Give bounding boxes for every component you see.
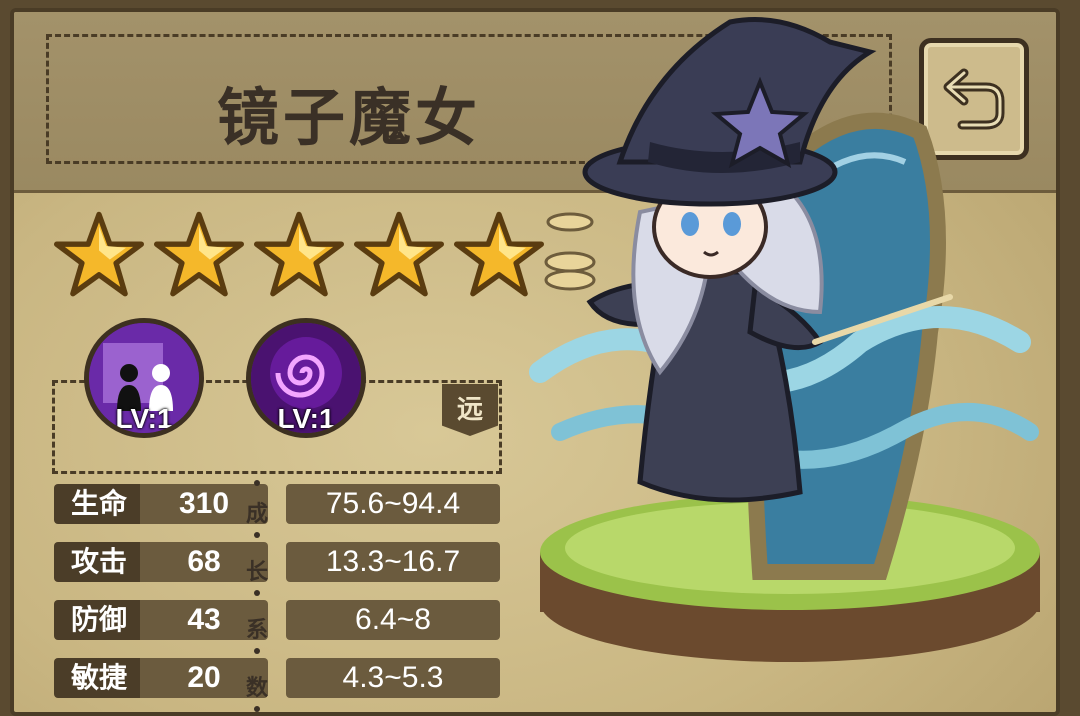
gold-star-icon [154,211,244,297]
growth-value: 6.4~8 [286,600,500,640]
skill-spiral[interactable]: LV:1 [246,318,366,438]
stat-label: 攻击 [54,542,144,582]
skill-mirror-shadow[interactable]: LV:1 [84,318,204,438]
gold-star-icon [354,211,444,297]
growth-value: 4.3~5.3 [286,658,500,698]
hero-info-panel: 镜子魔女 远 LV:1 LV:1 生命 310 攻击 68 防御 43 敏捷 2… [10,8,1060,716]
growth-label-char: 长 [245,560,268,585]
skill-level: LV:1 [115,403,173,434]
growth-value: 75.6~94.4 [286,484,500,524]
divider-dot [254,706,260,712]
divider-dot [254,480,260,486]
divider-dot [254,648,260,654]
stat-label: 生命 [54,484,144,524]
attack-range-badge: 远 [442,384,498,436]
stat-label: 敏捷 [54,658,144,698]
skill-level: LV:1 [277,403,335,434]
gold-star-icon [254,211,344,297]
growth-label-char: 数 [245,676,268,701]
growth-value: 13.3~16.7 [286,542,500,582]
growth-label-char: 系 [245,618,268,643]
divider-dot [254,532,260,538]
gold-star-icon [54,211,144,297]
stat-label: 防御 [54,600,144,640]
divider-dot [254,590,260,596]
witch-character-illustration [529,17,1040,662]
growth-label-char: 成 [245,502,268,527]
